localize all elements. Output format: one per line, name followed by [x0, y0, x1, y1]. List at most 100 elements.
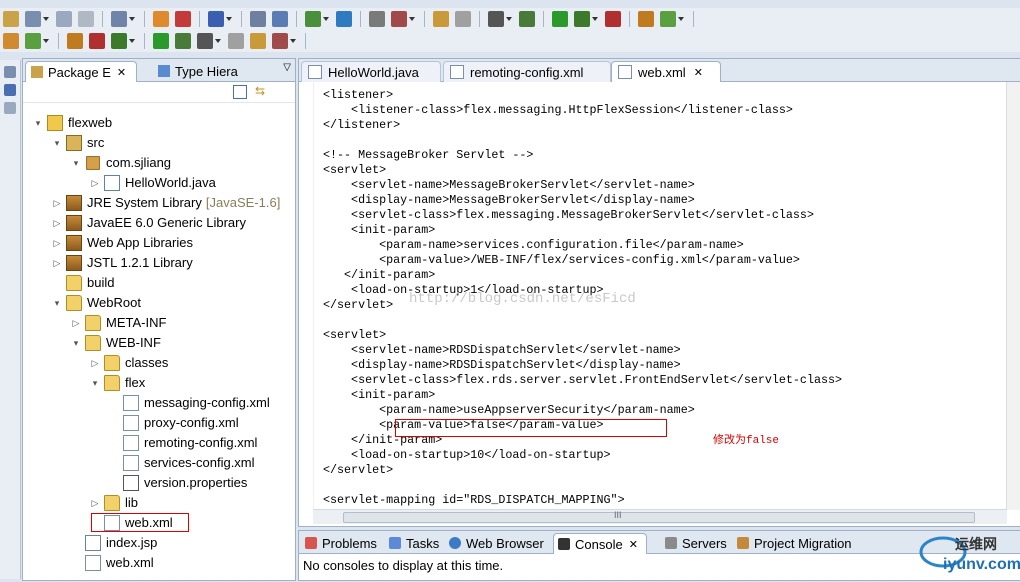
- tab-helloworld-java[interactable]: HelloWorld.java: [301, 61, 441, 82]
- collapse-all-icon[interactable]: [233, 85, 247, 99]
- toolbar-button-icon[interactable]: [78, 11, 94, 27]
- tree-item[interactable]: ▷ HelloWorld.java: [90, 173, 216, 193]
- hierarchy-view-icon[interactable]: [4, 102, 16, 114]
- expand-arrow-icon[interactable]: ▷: [52, 213, 62, 233]
- dropdown-arrow-icon[interactable]: [129, 17, 135, 21]
- expand-arrow-icon[interactable]: ▾: [52, 293, 62, 313]
- toolbar-button-icon[interactable]: [175, 33, 191, 49]
- toolbar-button-icon[interactable]: [455, 11, 471, 27]
- toolbar-button-icon[interactable]: [25, 33, 41, 49]
- expand-arrow-icon[interactable]: ▷: [52, 233, 62, 253]
- scrollbar-thumb[interactable]: III: [343, 510, 975, 523]
- outline-view-icon[interactable]: [4, 84, 16, 96]
- toolbar-button-icon[interactable]: [197, 33, 213, 49]
- dropdown-arrow-icon[interactable]: [226, 17, 232, 21]
- tree-item[interactable]: version.properties: [109, 473, 247, 493]
- tree-item[interactable]: ▷ META-INF: [71, 313, 166, 333]
- toolbar-button-icon[interactable]: [175, 11, 191, 27]
- toolbar-button-icon[interactable]: [228, 33, 244, 49]
- expand-arrow-icon[interactable]: ▷: [71, 313, 81, 333]
- toolbar-button-icon[interactable]: [153, 33, 169, 49]
- toolbar-button-icon[interactable]: [272, 11, 288, 27]
- tree-item[interactable]: proxy-config.xml: [109, 413, 239, 433]
- tree-item[interactable]: ▷ JavaEE 6.0 Generic Library: [52, 213, 246, 233]
- expand-arrow-icon[interactable]: ▾: [52, 133, 62, 153]
- tree-item[interactable]: ▾ WebRoot: [52, 293, 141, 313]
- toolbar-button-icon[interactable]: [3, 11, 19, 27]
- toolbar-button-icon[interactable]: [605, 11, 621, 27]
- tab-package-explorer[interactable]: Package E ✕: [25, 61, 137, 82]
- toolbar-button-icon[interactable]: [3, 33, 19, 49]
- toolbar-button-icon[interactable]: [250, 33, 266, 49]
- tab-tasks[interactable]: Tasks: [385, 533, 443, 553]
- expand-arrow-icon[interactable]: ▾: [90, 373, 100, 393]
- tree-item[interactable]: ▾ WEB-INF: [71, 333, 161, 353]
- expand-arrow-icon[interactable]: ▾: [33, 113, 43, 133]
- close-icon[interactable]: ✕: [629, 538, 638, 551]
- view-menu-icon[interactable]: ▽: [283, 62, 291, 73]
- expand-arrow-icon[interactable]: ▷: [52, 193, 62, 213]
- tab-remoting-config-xml[interactable]: remoting-config.xml: [443, 61, 611, 82]
- toolbar-button-icon[interactable]: [660, 11, 676, 27]
- dropdown-arrow-icon[interactable]: [323, 17, 329, 21]
- tree-item[interactable]: messaging-config.xml: [109, 393, 270, 413]
- dropdown-arrow-icon[interactable]: [290, 39, 296, 43]
- expand-arrow-icon[interactable]: ▾: [71, 153, 81, 173]
- expand-arrow-icon[interactable]: ▷: [90, 353, 100, 373]
- tree-item[interactable]: remoting-config.xml: [109, 433, 257, 453]
- expand-arrow-icon[interactable]: ▷: [52, 253, 62, 273]
- toolbar-button-icon[interactable]: [305, 11, 321, 27]
- toolbar-button-icon[interactable]: [208, 11, 224, 27]
- tree-item[interactable]: index.jsp: [71, 533, 157, 553]
- horizontal-scrollbar[interactable]: III: [313, 509, 1007, 524]
- toolbar-button-icon[interactable]: [272, 33, 288, 49]
- tab-web-browser[interactable]: Web Browser: [445, 533, 549, 553]
- tree-item[interactable]: ▷ classes: [90, 353, 168, 373]
- vertical-scrollbar[interactable]: [1006, 82, 1020, 510]
- tab-console[interactable]: Console ✕: [553, 533, 647, 554]
- toolbar-button-icon[interactable]: [153, 11, 169, 27]
- toolbar-button-icon[interactable]: [111, 33, 127, 49]
- dropdown-arrow-icon[interactable]: [43, 17, 49, 21]
- tree-item[interactable]: ▾ com.sjliang: [71, 153, 171, 173]
- expand-arrow-icon[interactable]: ▾: [71, 333, 81, 353]
- tree-item[interactable]: services-config.xml: [109, 453, 255, 473]
- dropdown-arrow-icon[interactable]: [506, 17, 512, 21]
- link-with-editor-icon[interactable]: ⇆: [255, 85, 269, 97]
- tab-problems[interactable]: Problems: [301, 533, 381, 553]
- toolbar-button-icon[interactable]: [574, 11, 590, 27]
- tree-item[interactable]: ▷ JRE System Library [JavaSE-1.6]: [52, 193, 280, 213]
- toolbar-button-icon[interactable]: [391, 11, 407, 27]
- toolbar-button-icon[interactable]: [111, 11, 127, 27]
- toolbar-button-icon[interactable]: [433, 11, 449, 27]
- tree-item[interactable]: ▷ lib: [90, 493, 138, 513]
- tree-item[interactable]: ▾ flex: [90, 373, 145, 393]
- restore-icon[interactable]: [4, 66, 16, 78]
- toolbar-button-icon[interactable]: [336, 11, 352, 27]
- tree-item[interactable]: ▷ JSTL 1.2.1 Library: [52, 253, 193, 273]
- close-icon[interactable]: ✕: [117, 66, 126, 79]
- toolbar-button-icon[interactable]: [369, 11, 385, 27]
- toolbar-button-icon[interactable]: [250, 11, 266, 27]
- tree-item[interactable]: web.xml: [71, 553, 154, 573]
- tree-item[interactable]: ▾ src: [52, 133, 104, 153]
- tree-item[interactable]: ▷ Web App Libraries: [52, 233, 193, 253]
- toolbar-button-icon[interactable]: [67, 33, 83, 49]
- close-icon[interactable]: ✕: [694, 66, 703, 79]
- dropdown-arrow-icon[interactable]: [43, 39, 49, 43]
- toolbar-button-icon[interactable]: [519, 11, 535, 27]
- toolbar-button-icon[interactable]: [89, 33, 105, 49]
- dropdown-arrow-icon[interactable]: [409, 17, 415, 21]
- expand-arrow-icon[interactable]: ▷: [90, 173, 100, 193]
- dropdown-arrow-icon[interactable]: [129, 39, 135, 43]
- tab-type-hierarchy[interactable]: Type Hiera: [153, 61, 263, 81]
- toolbar-button-icon[interactable]: [638, 11, 654, 27]
- toolbar-button-icon[interactable]: [552, 11, 568, 27]
- dropdown-arrow-icon[interactable]: [592, 17, 598, 21]
- toolbar-button-icon[interactable]: [56, 11, 72, 27]
- tree-item[interactable]: ▾ flexweb: [33, 113, 112, 133]
- dropdown-arrow-icon[interactable]: [678, 17, 684, 21]
- toolbar-button-icon[interactable]: [488, 11, 504, 27]
- toolbar-button-icon[interactable]: [25, 11, 41, 27]
- dropdown-arrow-icon[interactable]: [215, 39, 221, 43]
